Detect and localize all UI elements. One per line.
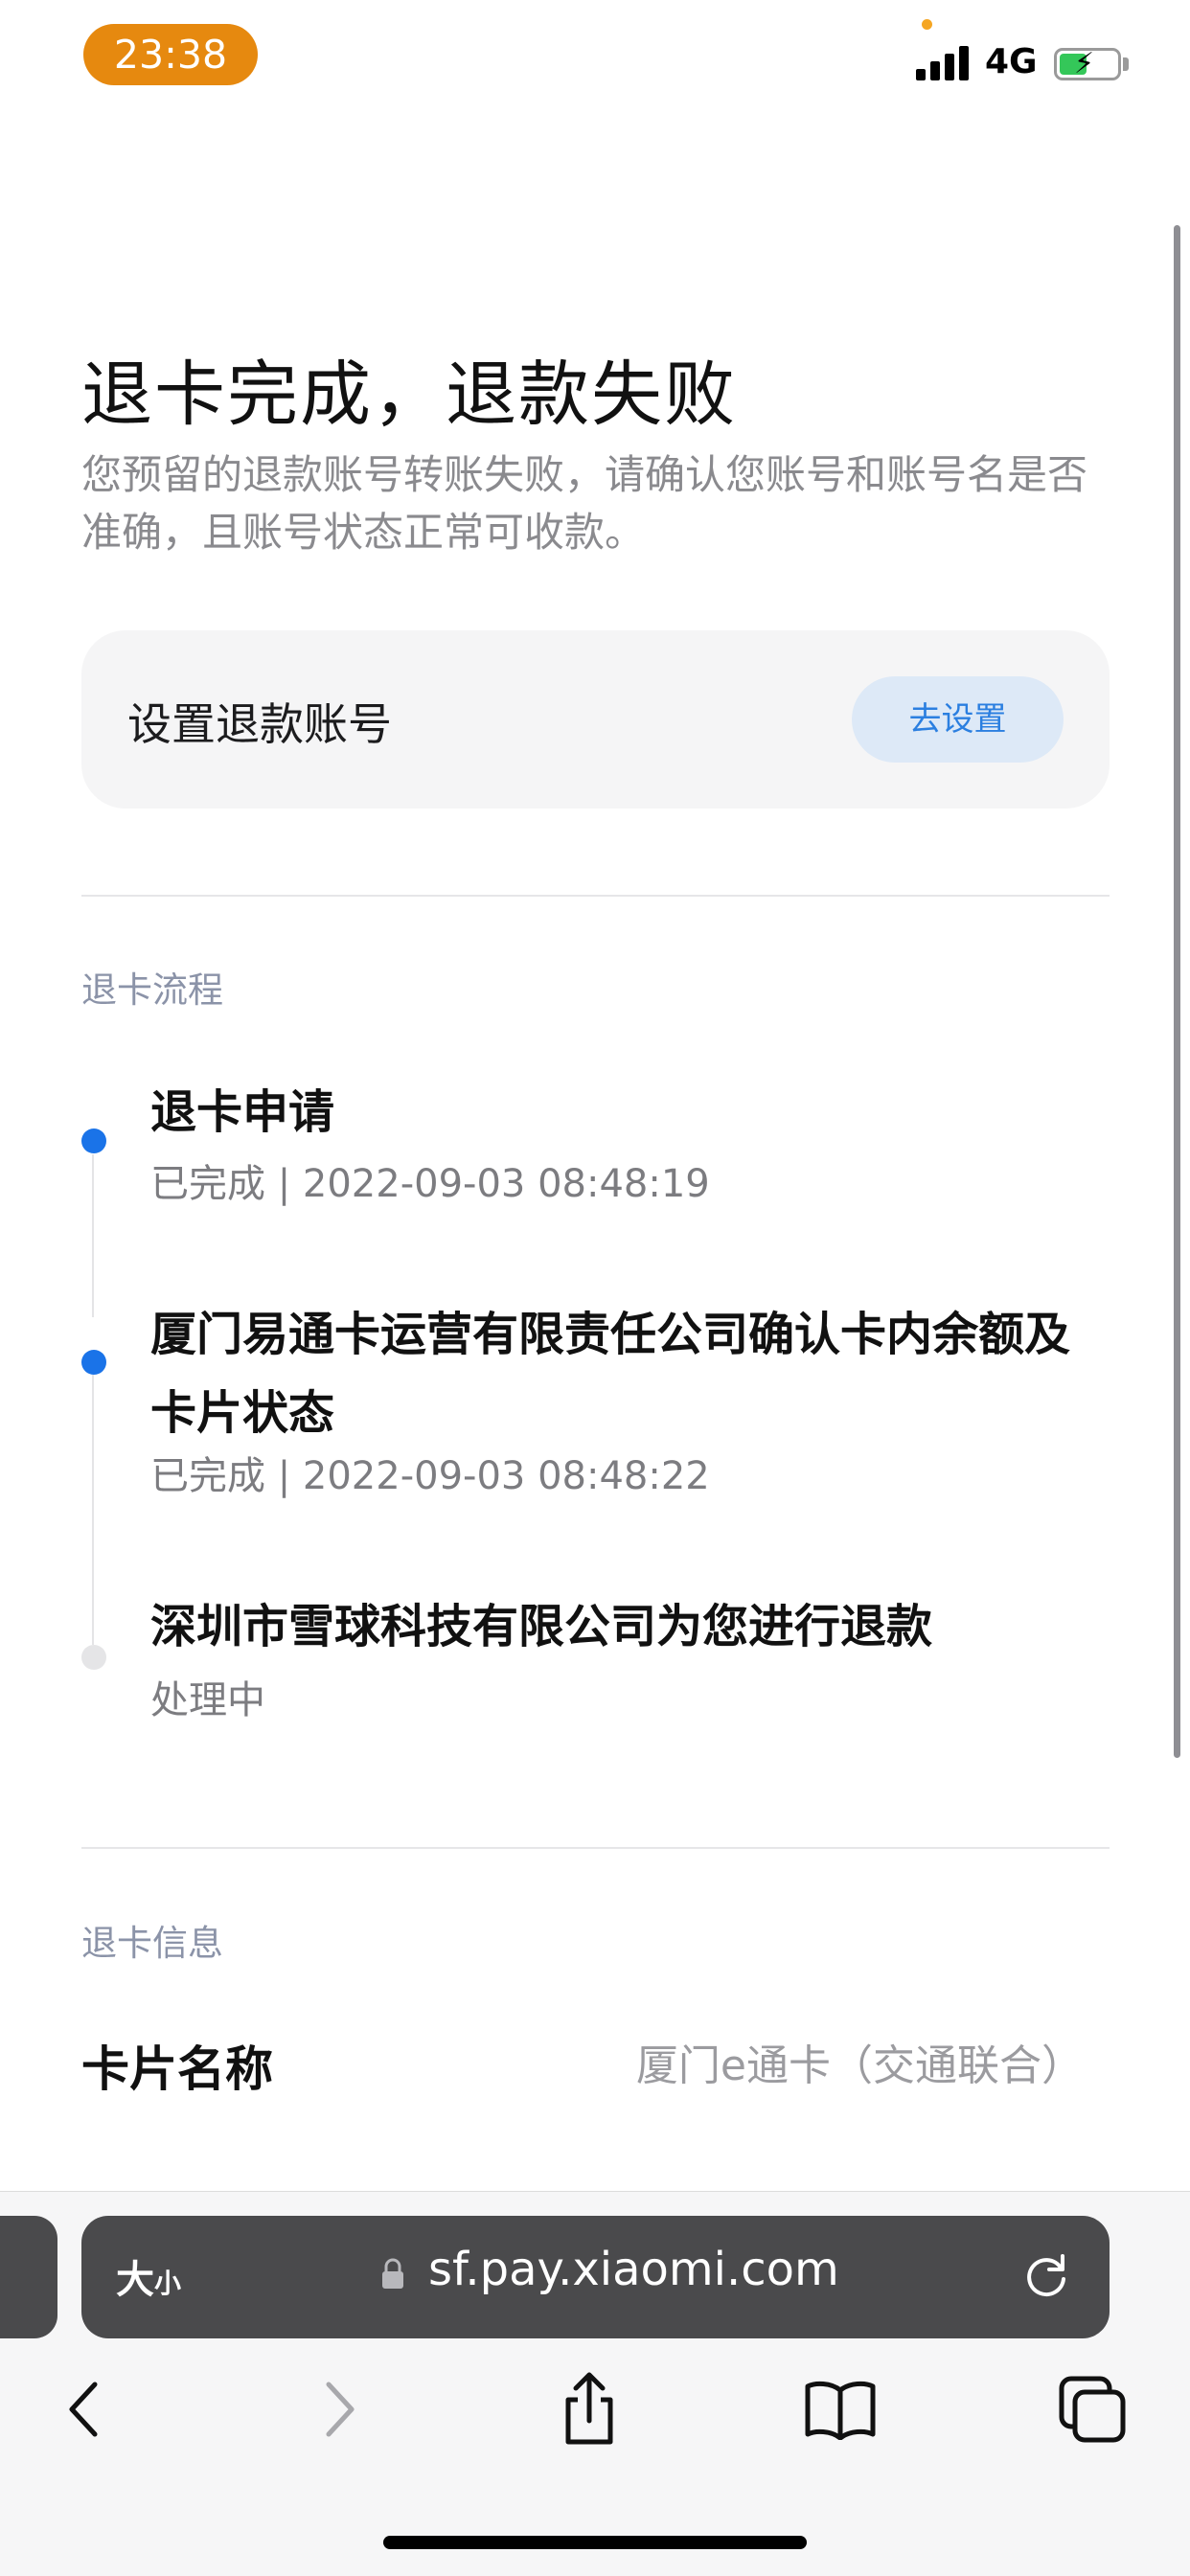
timeline-connector [92,1154,94,1317]
tabs-icon [1059,2376,1126,2443]
divider [81,895,1110,897]
timeline-step-title: 深圳市雪球科技有限公司为您进行退款 [150,1600,933,1653]
timeline-dot-pending [81,1645,106,1670]
page-title: 退卡完成，退款失败 [81,353,737,436]
refund-account-label: 设置退款账号 [127,698,392,750]
timeline-step-title: 退卡申请 [150,1085,335,1139]
book-icon [805,2381,876,2440]
status-time: 23:38 [83,24,258,85]
timeline-step-status: 已完成 | 2022-09-03 08:48:19 [150,1162,710,1206]
process-section-title: 退卡流程 [81,969,223,1011]
share-button[interactable] [546,2366,632,2452]
card-name-label: 卡片名称 [81,2041,273,2097]
page-description: 您预留的退款账号转账失败，请确认您账号和账号名是否准确，且账号状态正常可收款。 [81,451,1088,556]
divider [81,1847,1110,1849]
battery-icon: ⚡ [1054,47,1121,80]
cellular-signal-icon [916,44,970,80]
network-type: 4G [985,42,1038,81]
refund-account-card: 设置退款账号 去设置 [81,630,1110,809]
share-icon [565,2372,613,2445]
card-name-value: 厦门e通卡（交通联合） [635,2041,1084,2090]
chevron-right-icon [326,2382,355,2437]
info-section-title: 退卡信息 [81,1923,223,1964]
timeline-step-status: 已完成 | 2022-09-03 08:48:22 [150,1454,710,1498]
url-text[interactable]: sf.pay.xiaomi.com [428,2243,839,2296]
timeline-step-status: 处理中 [150,1678,265,1722]
timeline-dot-done [81,1350,106,1375]
timeline-connector [92,1375,94,1645]
address-bar[interactable]: 大小 sf.pay.xiaomi.com [81,2216,1110,2338]
tabs-button[interactable] [1049,2366,1135,2452]
previous-tab-peek[interactable] [0,2216,57,2338]
text-size-button[interactable]: 大小 [116,2248,181,2304]
go-set-button[interactable]: 去设置 [852,676,1064,763]
scrollbar[interactable] [1174,225,1180,1758]
lock-icon [382,2258,403,2289]
timeline-step-title: 厦门易通卡运营有限责任公司确认卡内余额及卡片状态 [150,1308,1071,1440]
battery-cap [1123,57,1129,71]
back-button[interactable] [40,2366,126,2452]
bookmarks-button[interactable] [797,2366,883,2452]
home-indicator[interactable] [383,2536,807,2549]
reload-icon[interactable] [1020,2250,1072,2302]
chevron-left-icon [69,2382,98,2437]
timeline-dot-done [81,1128,106,1153]
forward-button[interactable] [297,2366,383,2452]
mic-indicator-dot [922,19,932,30]
